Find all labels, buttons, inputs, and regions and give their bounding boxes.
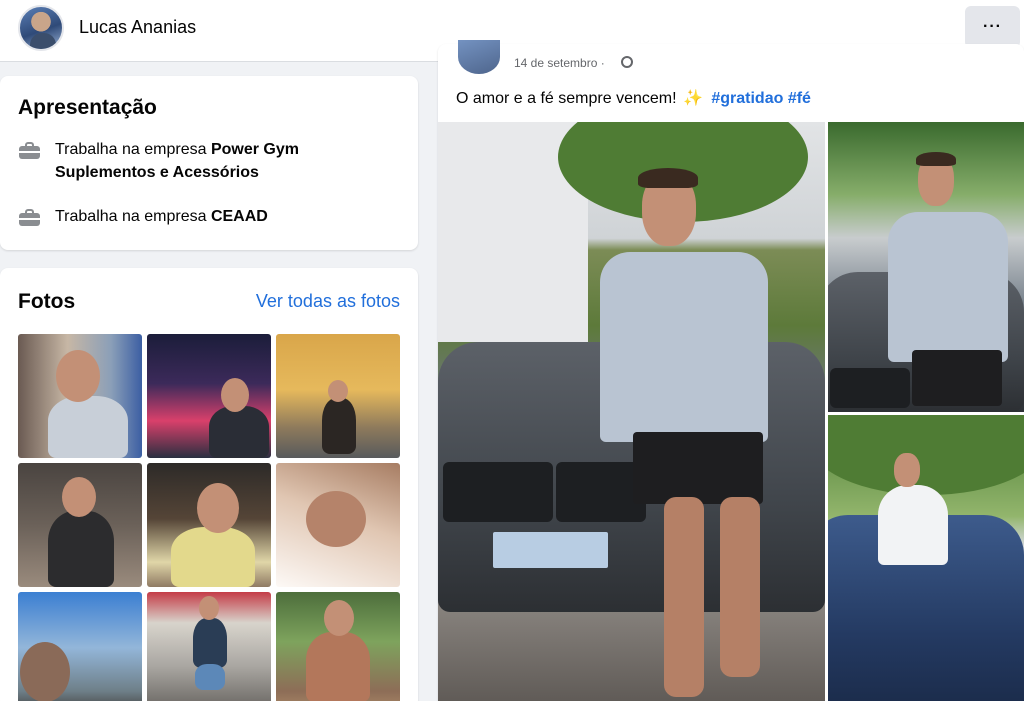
photo-thumbnail[interactable] [18, 592, 142, 701]
photo-thumbnail[interactable] [276, 334, 400, 458]
work-text: Trabalha na empresa CEAAD [55, 205, 268, 228]
work-item-power-gym: Trabalha na empresa Power Gym Suplemento… [18, 138, 358, 184]
post-photo-secondary[interactable] [828, 122, 1024, 412]
post-author-avatar[interactable] [458, 40, 500, 74]
profile-name[interactable]: Lucas Ananias [79, 17, 196, 38]
briefcase-icon [18, 141, 42, 159]
photo-thumbnail[interactable] [147, 592, 271, 701]
work-item-ceaad: Trabalha na empresa CEAAD [18, 205, 358, 228]
post-timestamp[interactable]: 14 de setembro · [514, 56, 605, 70]
photo-grid [18, 334, 400, 701]
see-all-photos-link[interactable]: Ver todas as fotos [256, 291, 400, 312]
photo-thumbnail[interactable] [18, 334, 142, 458]
photo-thumbnail[interactable] [147, 463, 271, 587]
briefcase-icon [18, 208, 42, 226]
more-options-button[interactable]: ··· [965, 6, 1020, 48]
profile-avatar[interactable] [18, 5, 64, 51]
hashtag-link[interactable]: #fé [788, 90, 811, 107]
post-caption: O amor e a fé sempre vencem! [456, 90, 677, 107]
post-photo-tertiary[interactable] [828, 415, 1024, 701]
work-prefix: Trabalha na empresa [55, 141, 211, 158]
post-card: 14 de setembro · O amor e a fé sempre ve… [438, 40, 1024, 701]
post-photo-main[interactable] [438, 122, 825, 701]
photos-card: Fotos Ver todas as fotos [0, 268, 418, 701]
post-text: O amor e a fé sempre vencem! ✨ #gratidao… [456, 88, 811, 108]
photo-thumbnail[interactable] [147, 334, 271, 458]
globe-icon [621, 56, 633, 68]
photo-thumbnail[interactable] [276, 592, 400, 701]
hashtag-link[interactable]: #gratidao [711, 90, 783, 107]
photo-thumbnail[interactable] [276, 463, 400, 587]
sparkle-icon: ✨ [682, 90, 703, 107]
photo-thumbnail[interactable] [18, 463, 142, 587]
photos-title: Fotos [18, 290, 76, 313]
work-text: Trabalha na empresa Power Gym Suplemento… [55, 138, 358, 184]
work-prefix: Trabalha na empresa [55, 208, 211, 225]
intro-title: Apresentação [18, 96, 157, 119]
intro-card: Apresentação Trabalha na empresa Power G… [0, 76, 418, 250]
work-company-link[interactable]: CEAAD [211, 208, 268, 225]
